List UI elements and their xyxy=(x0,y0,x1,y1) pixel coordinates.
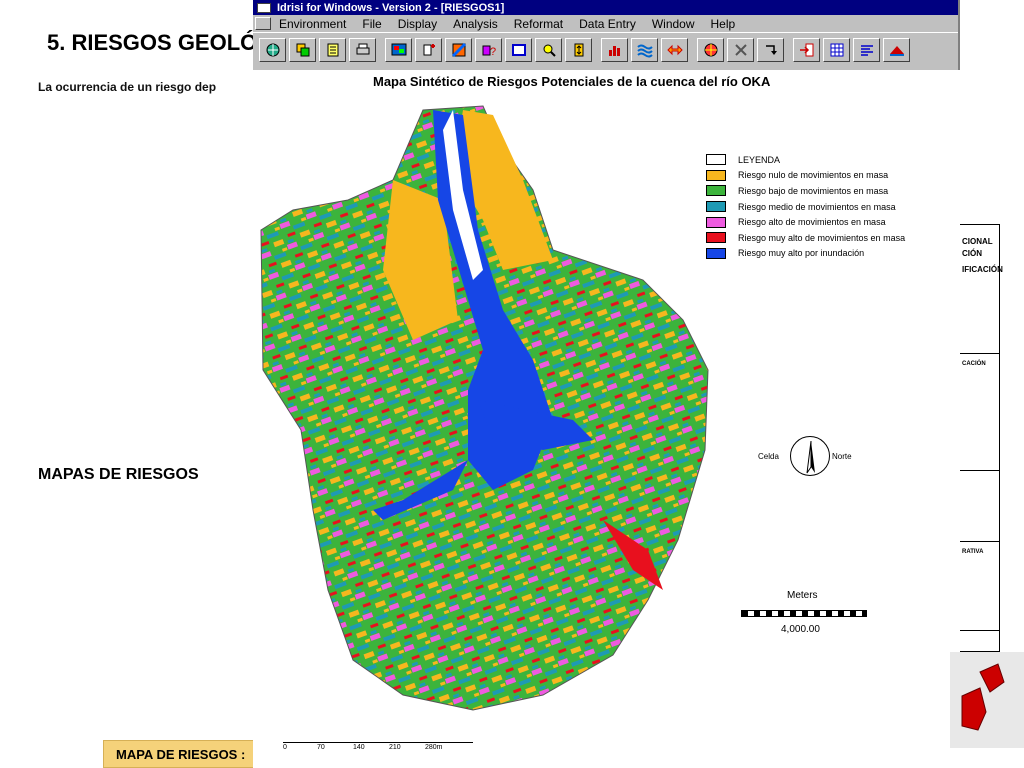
pan-vertical-icon[interactable] xyxy=(565,37,592,62)
legend-row: Riesgo alto de movimientos en masa xyxy=(706,214,905,230)
ruler-tick-label: 140 xyxy=(353,744,365,751)
map-caption: MAPA DE RIESGOS : xyxy=(103,740,273,768)
menu-window[interactable]: Window xyxy=(652,17,695,31)
document-icon[interactable] xyxy=(319,37,346,62)
legend-row: Riesgo muy alto de movimientos en masa xyxy=(706,230,905,246)
idrisi-window: Idrisi for Windows - Version 2 - [RIESGO… xyxy=(253,0,960,70)
redirect-icon[interactable] xyxy=(757,37,784,62)
tools-icon[interactable] xyxy=(727,37,754,62)
target-icon[interactable] xyxy=(697,37,724,62)
scale-units: Meters xyxy=(787,590,818,601)
legend-label: Riesgo alto de movimientos en masa xyxy=(738,217,886,228)
query-icon[interactable]: ? xyxy=(475,37,502,62)
legend-row: Riesgo bajo de movimientos en masa xyxy=(706,183,905,199)
legend-label: Riesgo muy alto de movimientos en masa xyxy=(738,232,906,243)
menu-help[interactable]: Help xyxy=(711,17,736,31)
slide-body-text: La ocurrencia de un riesgo dep xyxy=(38,80,217,94)
display-map-icon[interactable] xyxy=(385,37,412,62)
compass-celda-label: Celda xyxy=(758,452,779,461)
import-icon[interactable] xyxy=(793,37,820,62)
legend-swatch xyxy=(706,216,726,228)
histogram-icon[interactable] xyxy=(601,37,628,62)
export-icon[interactable] xyxy=(883,37,910,62)
doc-heading: CIONAL xyxy=(962,237,993,246)
menu-bar: Environment File Display Analysis Reform… xyxy=(253,15,958,32)
zoom-icon[interactable] xyxy=(535,37,562,62)
legend-row: Riesgo medio de movimientos en masa xyxy=(706,199,905,215)
ruler-tick-label: 0 xyxy=(283,744,287,751)
menu-analysis[interactable]: Analysis xyxy=(453,17,498,31)
menu-reformat[interactable]: Reformat xyxy=(514,17,563,31)
doc-section-label: RATIVA xyxy=(962,549,984,555)
legend-swatch xyxy=(706,201,726,213)
window-titlebar[interactable]: Idrisi for Windows - Version 2 - [RIESGO… xyxy=(253,0,958,15)
print-icon[interactable] xyxy=(349,37,376,62)
legend-label: Riesgo bajo de movimientos en masa xyxy=(738,185,889,196)
window-frame-icon[interactable] xyxy=(505,37,532,62)
doc-heading: CIÓN xyxy=(962,249,982,258)
ruler-tick-label: 210 xyxy=(389,744,401,751)
layers-icon[interactable] xyxy=(289,37,316,62)
toolbar: ? xyxy=(253,32,958,66)
document-frame: CIONAL CIÓN IFICACIÓN CACIÓN RATIVA xyxy=(960,224,1003,652)
globe-icon[interactable] xyxy=(259,37,286,62)
compass-circle-icon xyxy=(790,436,830,476)
legend-label: Riesgo nulo de movimientos en masa xyxy=(738,170,889,181)
scale-bar-graphic xyxy=(741,610,867,617)
bottom-scale-ruler: 0 70 140 210 280m xyxy=(283,742,473,760)
list-icon[interactable] xyxy=(853,37,880,62)
slide-subtitle: MAPAS DE RIESGOS xyxy=(38,466,199,483)
swap-arrows-icon[interactable] xyxy=(661,37,688,62)
legend-label: LEYENDA xyxy=(738,154,781,165)
legend-swatch xyxy=(706,154,726,166)
svg-text:?: ? xyxy=(490,46,496,58)
table-icon[interactable] xyxy=(823,37,850,62)
legend-swatch xyxy=(706,169,726,181)
legend-swatch xyxy=(706,247,726,259)
legend-row: Riesgo muy alto por inundación xyxy=(706,246,905,262)
legend-row: LEYENDA xyxy=(706,152,905,168)
doc-section-box xyxy=(960,353,1000,471)
legend-label: Riesgo muy alto por inundación xyxy=(738,248,865,259)
legend-row: Riesgo nulo de movimientos en masa xyxy=(706,168,905,184)
window-title: Idrisi for Windows - Version 2 - [RIESGO… xyxy=(277,1,505,14)
ruler-tick-label: 70 xyxy=(317,744,325,751)
legend-label: Riesgo medio de movimientos en masa xyxy=(738,201,896,212)
compass-norte-label: Norte xyxy=(832,452,852,461)
legend-swatch xyxy=(706,232,726,244)
control-menu-icon[interactable] xyxy=(255,17,271,30)
menu-data-entry[interactable]: Data Entry xyxy=(579,17,636,31)
map-legend: LEYENDA Riesgo nulo de movimientos en ma… xyxy=(706,152,905,261)
legend-swatch xyxy=(706,185,726,197)
surface-icon[interactable] xyxy=(631,37,658,62)
menu-file[interactable]: File xyxy=(362,17,381,31)
doc-heading: IFICACIÓN xyxy=(962,265,1003,274)
menu-display[interactable]: Display xyxy=(398,17,437,31)
map-display[interactable]: Mapa Sintético de Riesgos Potenciales de… xyxy=(253,70,960,768)
ruler-tick-label: 280m xyxy=(425,744,443,751)
island-minimap xyxy=(950,652,1024,748)
app-icon[interactable] xyxy=(257,2,271,13)
scale-distance: 4,000.00 xyxy=(781,624,820,635)
add-layer-icon[interactable] xyxy=(415,37,442,62)
slide-title: 5. RIESGOS GEOLÓG xyxy=(47,30,275,55)
palette-icon[interactable] xyxy=(445,37,472,62)
menu-environment[interactable]: Environment xyxy=(279,17,346,31)
doc-section-label: CACIÓN xyxy=(962,361,986,367)
